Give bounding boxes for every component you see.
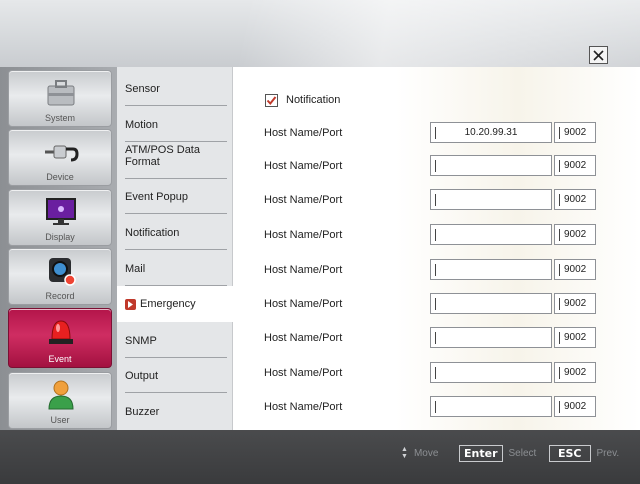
close-button[interactable] bbox=[589, 46, 608, 64]
submenu-item-label: Notification bbox=[125, 227, 180, 239]
plug-device-icon bbox=[45, 145, 79, 162]
notification-checkbox[interactable] bbox=[265, 93, 278, 107]
category-system[interactable]: System bbox=[8, 70, 112, 127]
host-name-input[interactable] bbox=[430, 155, 552, 176]
host-row-label: Host Name/Port bbox=[264, 332, 343, 344]
host-row-label: Host Name/Port bbox=[264, 401, 343, 413]
host-name-input[interactable] bbox=[430, 327, 552, 348]
submenu-item-label: ATM/POS Data Format bbox=[125, 144, 200, 168]
submenu-item-atm-pos[interactable]: ATM/POS Data Format bbox=[117, 142, 233, 180]
host-row-label: Host Name/Port bbox=[264, 264, 343, 276]
host-row-label: Host Name/Port bbox=[264, 367, 343, 379]
submenu-item-sensor[interactable]: Sensor bbox=[117, 71, 233, 107]
title-bar bbox=[0, 0, 640, 67]
category-sidebar: System Device Display Record Event User bbox=[0, 67, 117, 430]
move-label: Move bbox=[413, 447, 439, 459]
host-name-input[interactable] bbox=[430, 293, 552, 314]
submenu-item-mail[interactable]: Mail bbox=[117, 251, 233, 287]
close-x-icon bbox=[593, 49, 604, 61]
monitor-icon bbox=[46, 198, 76, 225]
category-label: User bbox=[50, 415, 70, 425]
submenu-item-motion[interactable]: Motion bbox=[117, 107, 233, 143]
host-name-input[interactable] bbox=[430, 396, 552, 417]
host-name-input[interactable] bbox=[430, 189, 552, 210]
category-device[interactable]: Device bbox=[8, 129, 112, 186]
port-input[interactable]: 9002 bbox=[554, 155, 596, 176]
host-row-label: Host Name/Port bbox=[264, 229, 343, 241]
submenu-item-label: Mail bbox=[125, 263, 146, 275]
category-label: Device bbox=[46, 172, 74, 182]
category-label: Display bbox=[45, 232, 75, 242]
submenu-item-event-popup[interactable]: Event Popup bbox=[117, 179, 233, 215]
category-label: Record bbox=[45, 291, 75, 301]
host-row-label: Host Name/Port bbox=[264, 160, 343, 172]
port-input[interactable]: 9002 bbox=[554, 189, 596, 210]
prev-hint: ESC Prev. bbox=[549, 443, 619, 463]
select-hint: Enter Select bbox=[459, 443, 536, 463]
category-event[interactable]: Event bbox=[8, 308, 112, 368]
submenu-item-output[interactable]: Output bbox=[117, 358, 233, 394]
host-name-input[interactable]: 10.20.99.31 bbox=[430, 122, 552, 143]
emergency-panel: Notification Host Name/Port 10.20.99.31 … bbox=[233, 67, 640, 430]
port-input[interactable]: 9002 bbox=[554, 259, 596, 280]
submenu-item-notification[interactable]: Notification bbox=[117, 215, 233, 251]
esc-key: ESC bbox=[549, 444, 591, 462]
siren-icon bbox=[49, 320, 73, 344]
submenu-item-label: Sensor bbox=[125, 83, 160, 95]
key-hint-bar: ▲ ▼ Move Enter Select ESC Prev. bbox=[0, 430, 640, 484]
checkmark-icon bbox=[266, 95, 277, 105]
move-hint: ▲ ▼ Move bbox=[401, 443, 438, 463]
toolbox-icon bbox=[47, 80, 75, 106]
arrow-right-icon bbox=[125, 298, 136, 310]
port-input[interactable]: 9002 bbox=[554, 122, 596, 143]
host-row: Host Name/Port 9002 bbox=[233, 327, 640, 349]
port-input[interactable]: 9002 bbox=[554, 327, 596, 348]
enter-key: Enter bbox=[459, 444, 503, 462]
port-input[interactable]: 9002 bbox=[554, 396, 596, 417]
select-label: Select bbox=[508, 447, 537, 459]
user-icon bbox=[48, 380, 74, 410]
submenu-item-snmp[interactable]: SNMP bbox=[117, 323, 233, 359]
host-row-label: Host Name/Port bbox=[264, 127, 343, 139]
up-down-arrow-icon: ▲ ▼ bbox=[401, 446, 408, 460]
host-row: Host Name/Port 9002 bbox=[233, 293, 640, 315]
host-row: Host Name/Port 9002 bbox=[233, 155, 640, 177]
port-input[interactable]: 9002 bbox=[554, 224, 596, 245]
host-row-label: Host Name/Port bbox=[264, 194, 343, 206]
submenu-item-label: Buzzer bbox=[125, 406, 160, 418]
submenu-item-label: SNMP bbox=[125, 335, 157, 347]
notification-label: Notification bbox=[286, 94, 341, 106]
port-input[interactable]: 9002 bbox=[554, 362, 596, 383]
category-display[interactable]: Display bbox=[8, 189, 112, 246]
notification-toggle[interactable]: Notification bbox=[265, 93, 340, 107]
submenu-item-emergency[interactable]: Emergency bbox=[117, 286, 233, 322]
title-bar-sheen bbox=[0, 0, 640, 67]
prev-label: Prev. bbox=[596, 447, 620, 459]
host-row: Host Name/Port 9002 bbox=[233, 396, 640, 418]
host-row: Host Name/Port 9002 bbox=[233, 259, 640, 281]
port-input[interactable]: 9002 bbox=[554, 293, 596, 314]
submenu-item-label: Output bbox=[125, 370, 159, 382]
host-row: Host Name/Port 9002 bbox=[233, 362, 640, 384]
host-name-input[interactable] bbox=[430, 259, 552, 280]
host-name-input[interactable] bbox=[430, 224, 552, 245]
host-name-input[interactable] bbox=[430, 362, 552, 383]
submenu-item-label: Event Popup bbox=[125, 191, 188, 203]
category-label: Event bbox=[48, 354, 72, 364]
submenu-item-label: Motion bbox=[125, 119, 159, 131]
submenu-item-buzzer[interactable]: Buzzer bbox=[117, 394, 233, 430]
host-row: Host Name/Port 9002 bbox=[233, 189, 640, 211]
category-record[interactable]: Record bbox=[8, 248, 112, 305]
host-row: Host Name/Port 10.20.99.31 9002 bbox=[233, 122, 640, 144]
host-row-label: Host Name/Port bbox=[264, 298, 343, 310]
host-row: Host Name/Port 9002 bbox=[233, 224, 640, 246]
submenu-item-label: Emergency bbox=[140, 298, 196, 310]
category-label: System bbox=[44, 113, 75, 123]
category-user[interactable]: User bbox=[8, 372, 112, 429]
submenu: Sensor Motion ATM/POS Data Format Event … bbox=[117, 67, 233, 430]
camera-record-icon bbox=[49, 258, 76, 286]
